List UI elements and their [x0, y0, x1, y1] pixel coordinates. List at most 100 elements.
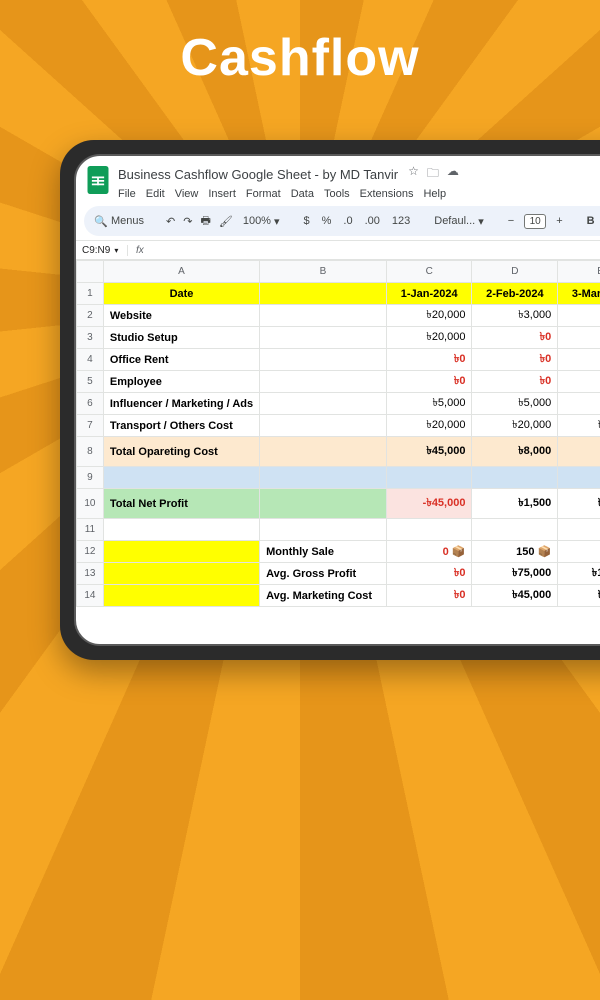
paint-format-icon[interactable]: 🖌: [219, 214, 233, 228]
cell[interactable]: [558, 519, 600, 541]
move-icon[interactable]: 🗀: [427, 164, 439, 185]
cell[interactable]: [260, 489, 387, 519]
cell[interactable]: ৳0: [472, 371, 558, 393]
cloud-icon[interactable]: ☁: [447, 164, 459, 185]
cell[interactable]: ৳0: [386, 371, 472, 393]
row-header[interactable]: 3: [77, 327, 104, 349]
cell[interactable]: [260, 371, 387, 393]
format-currency[interactable]: $: [302, 215, 312, 227]
cell[interactable]: Monthly Sale: [260, 541, 387, 563]
font-size-inc[interactable]: +: [554, 215, 564, 227]
cell[interactable]: ৳0: [472, 327, 558, 349]
menu-data[interactable]: Data: [291, 188, 314, 200]
cell[interactable]: Total Opareting Cost: [103, 437, 259, 467]
name-box[interactable]: C9:N9▾: [76, 245, 128, 256]
row-header[interactable]: 5: [77, 371, 104, 393]
spreadsheet-grid[interactable]: A B C D E 1 Date 1-Jan-2024 2-Feb-2024 3…: [76, 260, 600, 607]
menu-extensions[interactable]: Extensions: [360, 188, 414, 200]
cell[interactable]: [103, 519, 259, 541]
cell[interactable]: Website: [103, 305, 259, 327]
row-header[interactable]: 7: [77, 415, 104, 437]
cell[interactable]: Total Net Profit: [103, 489, 259, 519]
select-all-corner[interactable]: [77, 261, 104, 283]
cell[interactable]: [103, 467, 259, 489]
cell[interactable]: Avg. Marketing Cost: [260, 585, 387, 607]
dec-increase[interactable]: .00: [363, 215, 382, 227]
redo-icon[interactable]: ↷: [183, 214, 192, 228]
col-header[interactable]: A: [103, 261, 259, 283]
cell[interactable]: [260, 349, 387, 371]
cell[interactable]: [260, 393, 387, 415]
row-header[interactable]: 2: [77, 305, 104, 327]
cell[interactable]: ৳20,000: [472, 415, 558, 437]
cell[interactable]: [103, 563, 259, 585]
cell[interactable]: ৳8,000: [558, 437, 600, 467]
doc-title[interactable]: Business Cashflow Google Sheet - by MD T…: [118, 167, 398, 182]
cell[interactable]: [103, 541, 259, 563]
zoom-select[interactable]: 100% ▾: [241, 215, 282, 228]
row-header[interactable]: 12: [77, 541, 104, 563]
cell[interactable]: Influencer / Marketing / Ads: [103, 393, 259, 415]
row-header[interactable]: 14: [77, 585, 104, 607]
cell[interactable]: 240 📦: [558, 541, 600, 563]
cell[interactable]: ৳0: [386, 585, 472, 607]
cell[interactable]: Studio Setup: [103, 327, 259, 349]
format-preset[interactable]: 123: [390, 215, 412, 227]
cell[interactable]: -৳45,000: [386, 489, 472, 519]
cell[interactable]: ৳5,000: [386, 393, 472, 415]
cell[interactable]: ৳20,000: [386, 305, 472, 327]
cell[interactable]: ৳15,000: [558, 489, 600, 519]
font-size-dec[interactable]: −: [506, 215, 516, 227]
cell[interactable]: ৳5,000: [558, 393, 600, 415]
row-header[interactable]: 11: [77, 519, 104, 541]
menu-help[interactable]: Help: [423, 188, 446, 200]
menu-view[interactable]: View: [175, 188, 199, 200]
cell[interactable]: 150 📦: [472, 541, 558, 563]
col-header[interactable]: B: [260, 261, 387, 283]
cell[interactable]: 2-Feb-2024: [472, 283, 558, 305]
cell[interactable]: ৳75,000: [472, 563, 558, 585]
menu-file[interactable]: File: [118, 188, 136, 200]
menu-edit[interactable]: Edit: [146, 188, 165, 200]
cell[interactable]: Employee: [103, 371, 259, 393]
row-header[interactable]: 6: [77, 393, 104, 415]
cell[interactable]: 0 📦: [386, 541, 472, 563]
cell[interactable]: [260, 467, 387, 489]
cell[interactable]: Date: [103, 283, 259, 305]
cell[interactable]: ৳0: [558, 349, 600, 371]
row-header[interactable]: 1: [77, 283, 104, 305]
cell[interactable]: ৳72,000: [558, 585, 600, 607]
cell[interactable]: ৳3,000: [472, 305, 558, 327]
row-header[interactable]: 13: [77, 563, 104, 585]
col-header[interactable]: E: [558, 261, 600, 283]
menu-format[interactable]: Format: [246, 188, 281, 200]
cell[interactable]: ৳45,000: [472, 585, 558, 607]
cell[interactable]: ৳20,000: [386, 327, 472, 349]
row-header[interactable]: 10: [77, 489, 104, 519]
col-header[interactable]: D: [472, 261, 558, 283]
cell[interactable]: [260, 415, 387, 437]
row-header[interactable]: 4: [77, 349, 104, 371]
cell[interactable]: ৳0: [472, 349, 558, 371]
cell[interactable]: [260, 437, 387, 467]
cell[interactable]: ৳8,000: [472, 437, 558, 467]
cell[interactable]: Office Rent: [103, 349, 259, 371]
menu-insert[interactable]: Insert: [208, 188, 236, 200]
cell[interactable]: [260, 327, 387, 349]
cell[interactable]: [260, 519, 387, 541]
cell[interactable]: [260, 283, 387, 305]
cell[interactable]: [103, 585, 259, 607]
row-header[interactable]: 8: [77, 437, 104, 467]
cell[interactable]: 1-Jan-2024: [386, 283, 472, 305]
cell[interactable]: Avg. Gross Profit: [260, 563, 387, 585]
cell[interactable]: ৳20,000: [558, 415, 600, 437]
col-header[interactable]: C: [386, 261, 472, 283]
font-select[interactable]: Defaul... ▾: [432, 215, 486, 228]
cell[interactable]: ৳20,000: [386, 415, 472, 437]
cell[interactable]: ৳0: [386, 563, 472, 585]
cell[interactable]: [386, 519, 472, 541]
cell[interactable]: [386, 467, 472, 489]
bold-button[interactable]: B: [585, 215, 597, 227]
cell[interactable]: [472, 519, 558, 541]
search-menus[interactable]: 🔍 Menus: [92, 214, 146, 228]
